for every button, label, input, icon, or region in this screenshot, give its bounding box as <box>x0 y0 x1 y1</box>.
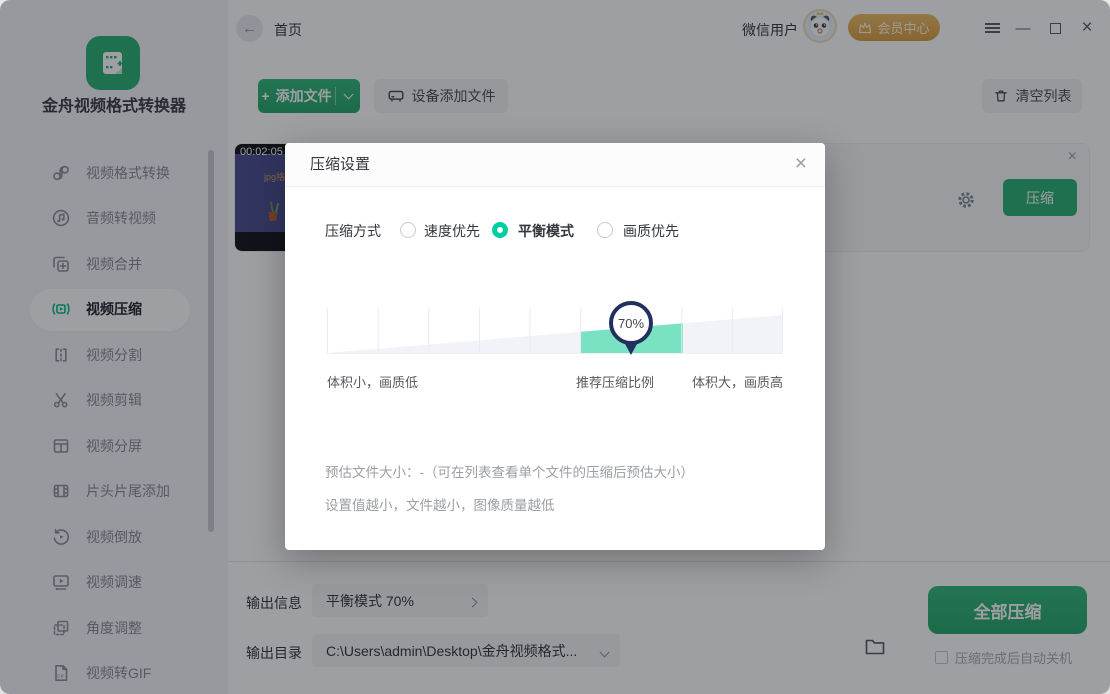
slider-left-label: 体积小，画质低 <box>327 372 418 391</box>
radio-quality-priority-label[interactable]: 画质优先 <box>623 221 679 241</box>
radio-speed-priority[interactable] <box>400 222 416 238</box>
estimate-size-text: 预估文件大小：-（可在列表查看单个文件的压缩后预估大小） <box>325 461 694 481</box>
dialog-close-icon[interactable]: × <box>795 152 807 176</box>
slider-right-label: 体积大，画质高 <box>692 372 783 391</box>
radio-quality-priority[interactable] <box>597 222 613 238</box>
compression-mode-row: 压缩方式 速度优先 平衡模式 画质优先 <box>325 220 795 242</box>
radio-balanced-mode[interactable] <box>492 222 508 238</box>
dialog-title: 压缩设置 <box>310 143 370 187</box>
compression-mode-label: 压缩方式 <box>325 221 381 241</box>
slider-marker[interactable]: 70% <box>609 301 653 345</box>
radio-speed-priority-label[interactable]: 速度优先 <box>424 221 480 241</box>
compression-settings-dialog: 压缩设置 × 压缩方式 速度优先 平衡模式 画质优先 70% 体积小，画质低 推… <box>285 143 825 550</box>
slider-center-label: 推荐压缩比例 <box>555 372 675 391</box>
slider-value: 70% <box>618 316 644 331</box>
app-window: 金舟视频格式转换器 视频格式转换 音频转视频 视频合并 视频压缩 视频分割 <box>0 0 1110 694</box>
dialog-header: 压缩设置 × <box>285 143 825 187</box>
compression-ratio-slider[interactable]: 70% <box>327 306 783 356</box>
slider-track <box>327 306 783 356</box>
radio-balanced-mode-label[interactable]: 平衡模式 <box>518 221 574 241</box>
hint-text: 设置值越小，文件越小，图像质量越低 <box>325 494 555 514</box>
